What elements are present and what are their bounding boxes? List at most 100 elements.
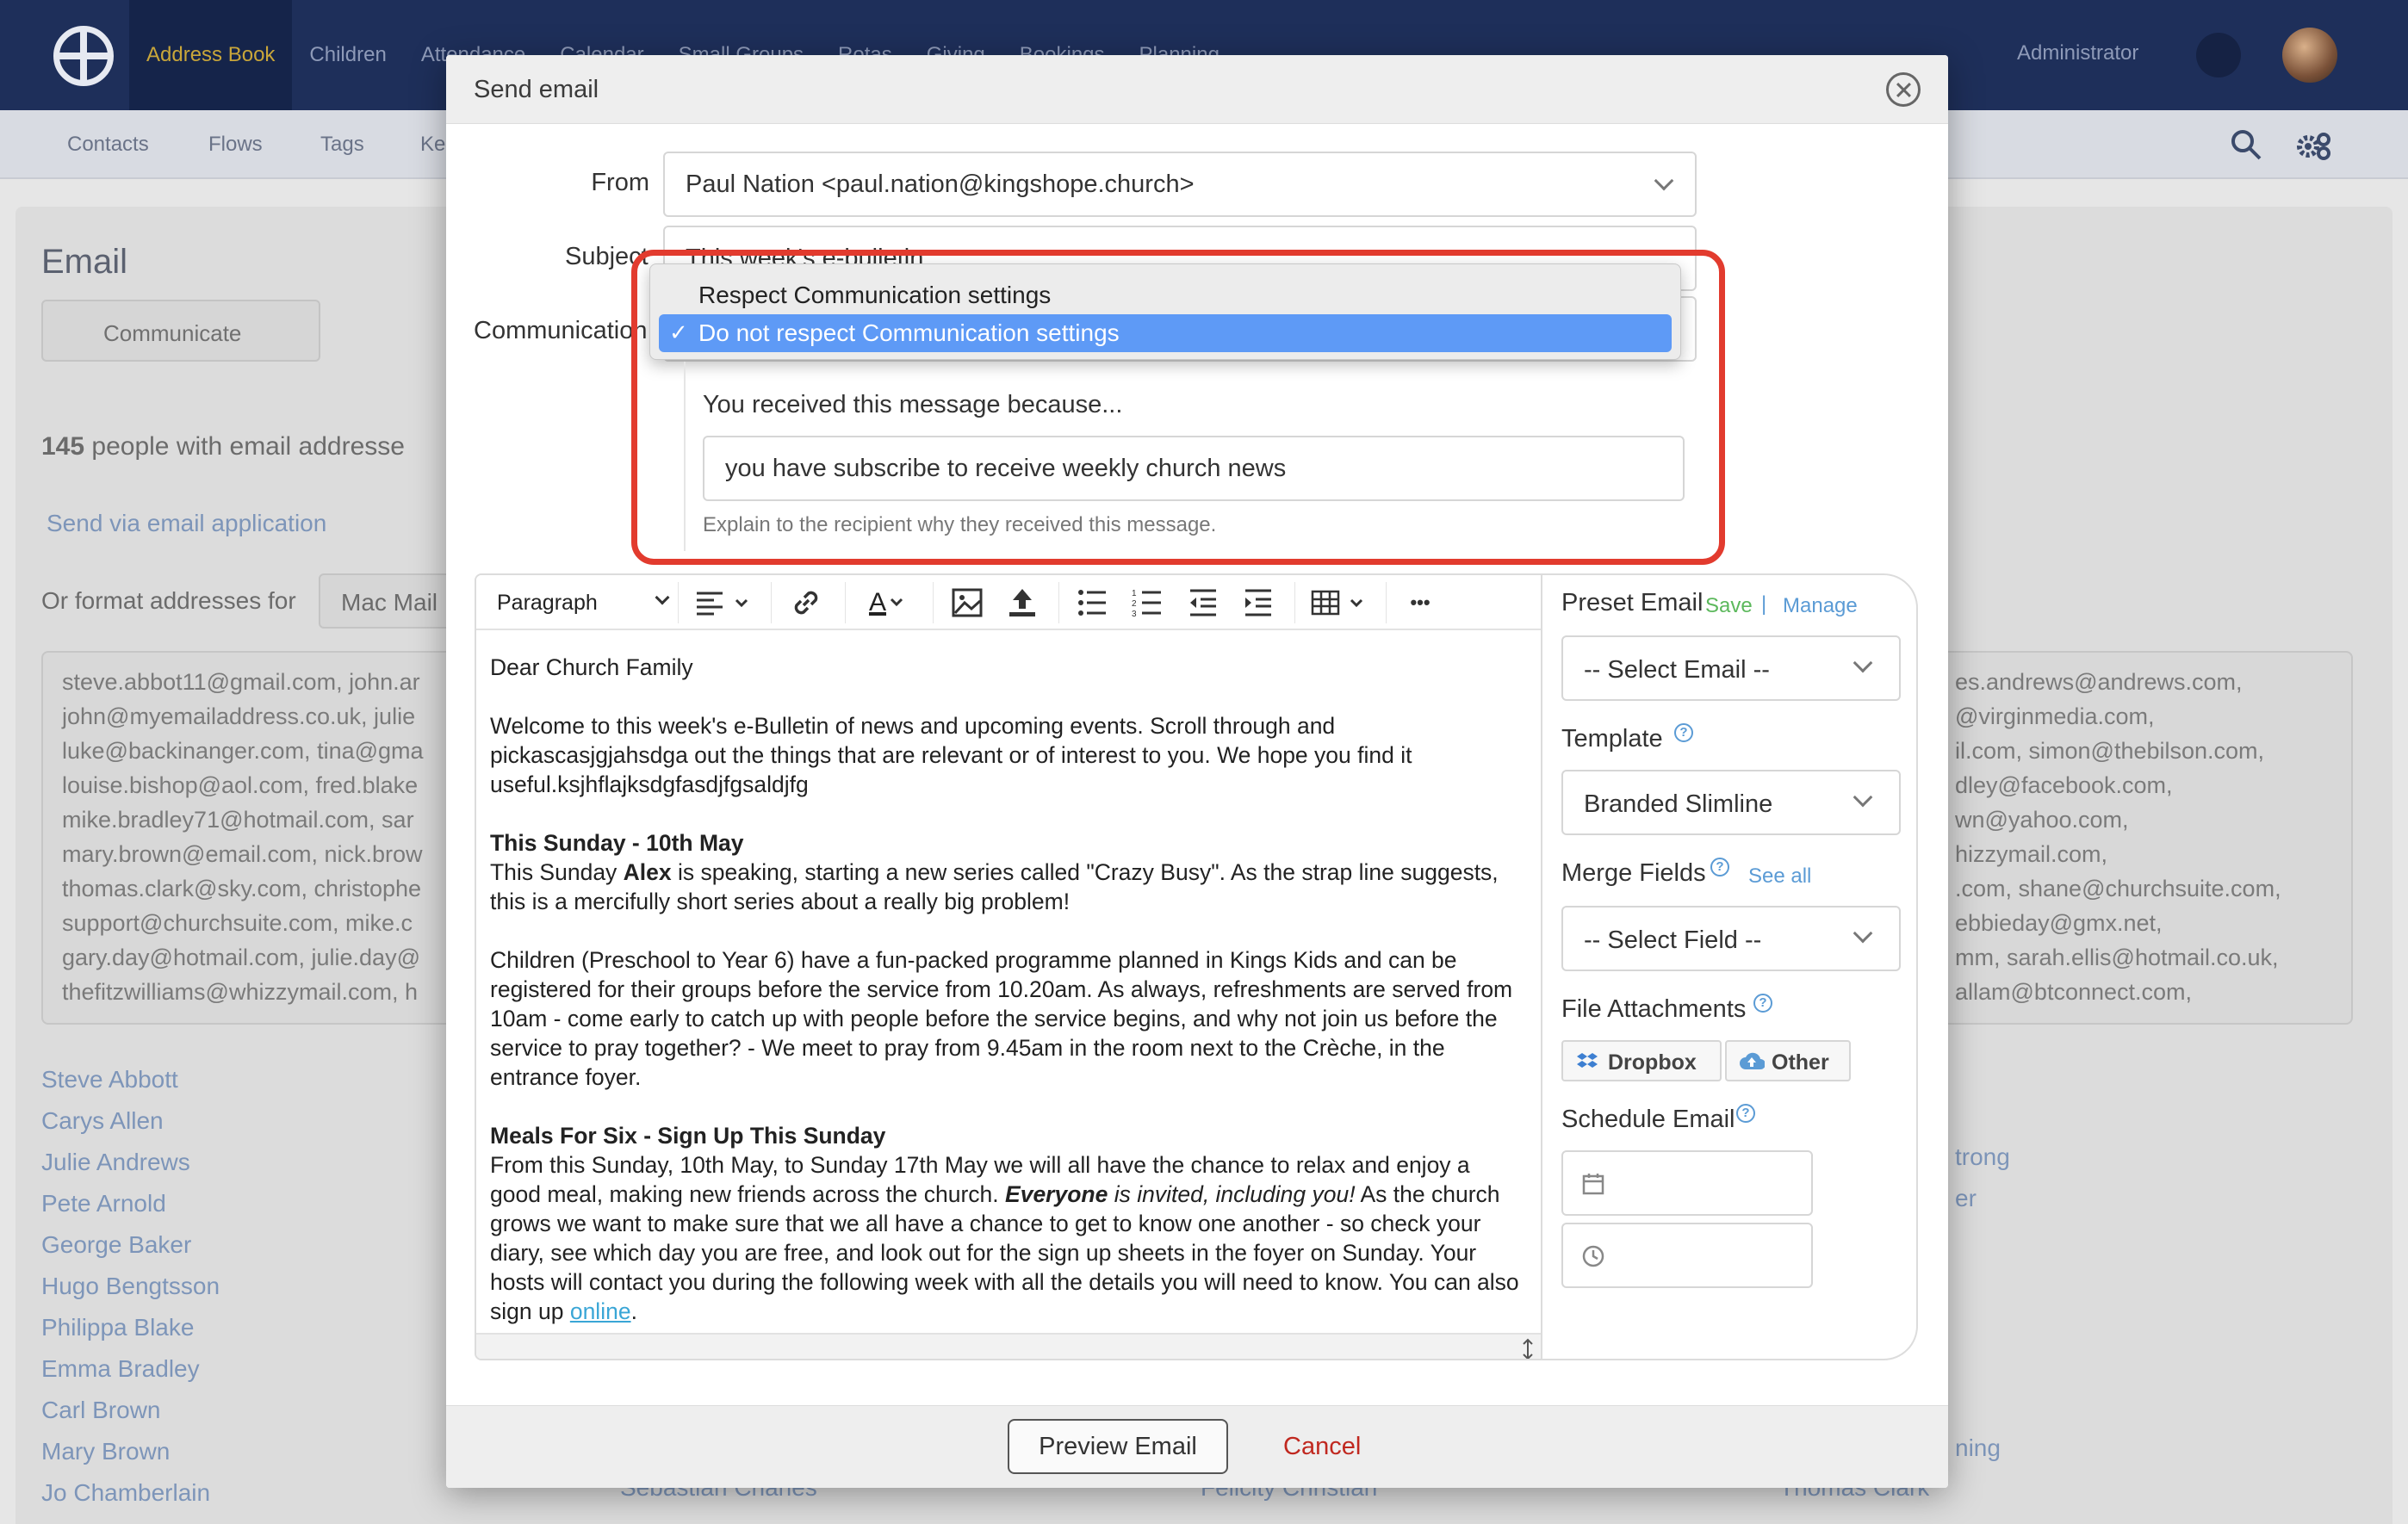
paragraph-format-select[interactable]: Paragraph xyxy=(485,575,674,630)
from-select[interactable]: Paul Nation <paul.nation@kingshope.churc… xyxy=(663,152,1697,217)
person-name-link[interactable]: Carl Brown xyxy=(41,1390,220,1431)
indent-icon xyxy=(1245,589,1271,616)
dropbox-icon xyxy=(1577,1053,1598,1068)
indent-button[interactable] xyxy=(1232,575,1284,630)
insert-image-button[interactable] xyxy=(941,575,993,630)
person-name-link[interactable]: Mary Brown xyxy=(41,1431,220,1472)
numbered-list-button[interactable]: 123 xyxy=(1122,575,1174,630)
option-respect-communication[interactable]: Respect Communication settings xyxy=(659,276,1672,314)
align-left-icon xyxy=(697,592,748,616)
subnav-truncated[interactable]: Ke xyxy=(420,133,445,157)
email-address-line: thefitzwilliams@whizzymail.com, h xyxy=(62,979,418,1005)
subnav-flows[interactable]: Flows xyxy=(208,133,263,157)
merge-field-select[interactable]: -- Select Field -- xyxy=(1561,906,1901,971)
chevron-down-icon xyxy=(655,590,670,605)
more-icon: ••• xyxy=(1410,592,1431,613)
email-list-left: steve.abbot11@gmail.com, john.ar john@mye… xyxy=(62,665,424,1009)
preview-email-button[interactable]: Preview Email xyxy=(1008,1419,1228,1474)
template-value: Branded Slimline xyxy=(1584,790,1773,818)
reason-label: You received this message because... xyxy=(703,391,1123,418)
bullet-list-button[interactable] xyxy=(1067,575,1119,630)
person-name-link[interactable]: Philippa Blake xyxy=(41,1307,220,1348)
table-icon xyxy=(1311,590,1363,616)
welcome-paragraph: Welcome to this week's e-Bulletin of new… xyxy=(490,713,1412,797)
help-icon[interactable]: ? xyxy=(1710,858,1729,877)
nav-item-children[interactable]: Children xyxy=(292,0,403,110)
nav-item-address-book[interactable]: Address Book xyxy=(129,0,293,110)
manage-preset-link[interactable]: Manage xyxy=(1783,594,1858,618)
meals-section: Meals For Six - Sign Up This Sunday From… xyxy=(490,1121,1524,1326)
merge-field-value: -- Select Field -- xyxy=(1584,926,1762,954)
send-via-email-application-link[interactable]: Send via email application xyxy=(47,510,326,537)
name-fragment[interactable]: er xyxy=(1955,1178,2010,1219)
align-button[interactable] xyxy=(686,575,760,630)
email-list-right: es.andrews@andrews.com, @virginmedia.com,… xyxy=(1955,665,2281,1009)
resize-handle-icon[interactable] xyxy=(1522,1338,1534,1360)
save-preset-link[interactable]: Save xyxy=(1705,594,1753,618)
people-count: 145 people with email addresse xyxy=(41,432,405,462)
name-fragment[interactable]: ning xyxy=(1955,1434,2001,1462)
sunday-heading: This Sunday - 10th May xyxy=(490,830,744,856)
reason-input[interactable]: you have subscribe to receive weekly chu… xyxy=(703,436,1685,501)
clock-icon xyxy=(1582,1245,1604,1267)
schedule-time-input[interactable] xyxy=(1561,1223,1813,1288)
subnav-tags[interactable]: Tags xyxy=(320,133,364,157)
email-address-line: mike.bradley71@hotmail.com, sar xyxy=(62,807,414,833)
person-name-link[interactable]: Emma Bradley xyxy=(41,1348,220,1390)
schedule-date-input[interactable] xyxy=(1561,1150,1813,1216)
close-icon[interactable] xyxy=(1886,72,1921,107)
person-name-link[interactable]: Pete Arnold xyxy=(41,1183,220,1224)
other-attachment-button[interactable]: Other xyxy=(1725,1040,1851,1081)
person-name-link[interactable]: Jo Chamberlain xyxy=(41,1472,220,1514)
help-icon[interactable]: ? xyxy=(1674,723,1693,742)
preset-email-select[interactable]: -- Select Email -- xyxy=(1561,635,1901,701)
text: This Sunday xyxy=(490,859,624,885)
text-color-button[interactable]: A xyxy=(853,575,922,630)
person-name-link[interactable]: Steve Abbott xyxy=(41,1059,220,1100)
search-icon[interactable] xyxy=(2229,127,2263,162)
schedule-email-label: Schedule Email xyxy=(1561,1106,1735,1133)
chevron-down-icon xyxy=(890,598,903,607)
user-avatar[interactable] xyxy=(2282,28,2337,83)
help-icon[interactable]: ? xyxy=(1753,994,1772,1013)
settings-gear-icon[interactable] xyxy=(2294,127,2332,165)
email-address-line: ebbieday@gmx.net, xyxy=(1955,910,2163,936)
file-attachments-label: File Attachments xyxy=(1561,995,1747,1023)
communicate-button[interactable]: Communicate xyxy=(41,300,320,362)
option-do-not-respect-communication[interactable]: ✓ Do not respect Communication settings xyxy=(659,314,1672,352)
sunday-section: This Sunday - 10th May This Sunday Alex … xyxy=(490,828,1524,916)
online-link[interactable]: online xyxy=(570,1298,631,1324)
name-fragment[interactable]: trong xyxy=(1955,1137,2010,1178)
person-name-link[interactable]: George Baker xyxy=(41,1224,220,1266)
outdent-icon xyxy=(1190,589,1216,616)
template-select[interactable]: Branded Slimline xyxy=(1561,770,1901,835)
people-name-list: Steve Abbott Carys Allen Julie Andrews Pete… xyxy=(41,1059,220,1514)
outdent-button[interactable] xyxy=(1177,575,1229,630)
email-address-line: support@churchsuite.com, mike.c xyxy=(62,910,413,936)
insert-table-button[interactable] xyxy=(1303,575,1377,630)
person-name-link[interactable]: Carys Allen xyxy=(41,1100,220,1142)
calendar-icon xyxy=(1582,1174,1604,1195)
email-body-editor[interactable]: Paragraph A 123 ••• Dear Church Family W… xyxy=(475,573,1542,1360)
other-label: Other xyxy=(1772,1050,1829,1075)
speaker-name: Alex xyxy=(623,859,672,885)
editor-content[interactable]: Dear Church Family Welcome to this week'… xyxy=(490,653,1524,1355)
upload-icon xyxy=(1009,589,1035,616)
insert-link-button[interactable] xyxy=(781,575,831,630)
person-name-link[interactable]: Hugo Bengtsson xyxy=(41,1266,220,1307)
building-icon[interactable] xyxy=(2196,33,2241,77)
upload-button[interactable] xyxy=(996,575,1048,630)
modal-header: Send email xyxy=(446,55,1948,124)
cancel-link[interactable]: Cancel xyxy=(1283,1433,1361,1461)
see-all-merge-fields-link[interactable]: See all xyxy=(1748,864,1811,889)
subnav-contacts[interactable]: Contacts xyxy=(67,133,149,157)
admin-menu[interactable]: Administrator xyxy=(2017,41,2138,65)
help-icon[interactable]: ? xyxy=(1736,1104,1755,1123)
email-address-line: dley@facebook.com, xyxy=(1955,772,2173,798)
app-logo-icon[interactable] xyxy=(53,26,114,86)
more-options-button[interactable]: ••• xyxy=(1394,575,1446,630)
communicate-label: Communicate xyxy=(103,320,242,346)
editor-toolbar: Paragraph A 123 ••• xyxy=(476,575,1541,630)
person-name-link[interactable]: Julie Andrews xyxy=(41,1142,220,1183)
dropbox-button[interactable]: Dropbox xyxy=(1561,1040,1722,1081)
